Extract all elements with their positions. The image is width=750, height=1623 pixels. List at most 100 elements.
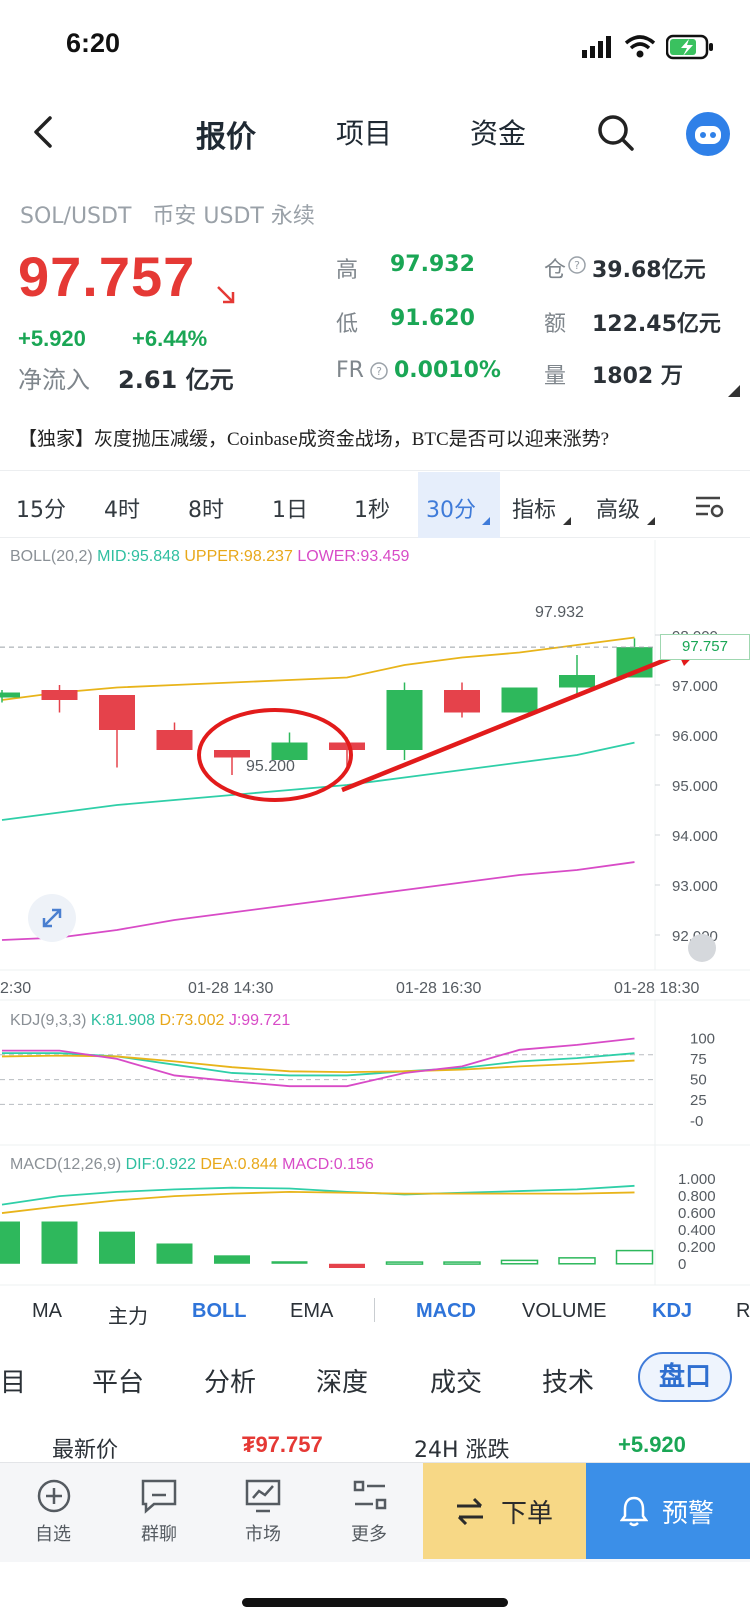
- home-indicator: [242, 1598, 508, 1607]
- ind-tab-volume[interactable]: VOLUME: [522, 1300, 606, 1323]
- current-price-tag: 97.757: [660, 634, 750, 661]
- section-tab-trades[interactable]: 成交: [430, 1362, 482, 1399]
- candle-body: [0, 692, 20, 698]
- ind-tab-macd[interactable]: MACD: [416, 1300, 476, 1323]
- boll-bands: [1, 636, 635, 941]
- ind-tab-kdj[interactable]: KDJ: [652, 1300, 692, 1323]
- macd-bar: [558, 1257, 596, 1265]
- section-tab-platform[interactable]: 平台: [92, 1362, 144, 1399]
- change-24h-label: 24H 涨跌: [414, 1438, 510, 1463]
- macd-y-tick-label: 0.600: [678, 1205, 716, 1222]
- alert-label: 预警: [662, 1499, 715, 1529]
- candle-body: [386, 690, 423, 750]
- macd-dif: DIF:0.922: [125, 1156, 196, 1173]
- macd-bar: [443, 1261, 481, 1265]
- chat-icon[interactable]: [140, 1478, 178, 1514]
- section-tab-depth[interactable]: 深度: [316, 1362, 368, 1399]
- candle-body: [444, 690, 480, 713]
- alert-button[interactable]: 预警: [586, 1463, 750, 1559]
- boll-lower-line: [1, 861, 635, 941]
- ind-tab-boll[interactable]: BOLL: [192, 1300, 246, 1323]
- ind-tab-main-force[interactable]: 主力: [108, 1300, 148, 1329]
- section-tab-analysis[interactable]: 分析: [204, 1362, 256, 1399]
- macd-bar: [214, 1255, 250, 1264]
- x-tick-label: 01-28 16:30: [396, 980, 482, 997]
- ind-tab-ma[interactable]: MA: [32, 1300, 62, 1323]
- y-tick-label: 95.000: [672, 778, 718, 795]
- candle-body: [41, 690, 78, 700]
- candle-body: [501, 687, 538, 713]
- macd-histogram: [0, 1221, 654, 1268]
- section-tab-tech[interactable]: 技术: [542, 1362, 594, 1399]
- macd-bar: [500, 1259, 539, 1265]
- ind-tab-r[interactable]: R: [736, 1300, 750, 1323]
- main-x-ticks: 2:30 01-28 14:30 01-28 16:30 01-28 18:30: [0, 980, 700, 997]
- order-button[interactable]: 下单: [423, 1463, 586, 1559]
- main-y-ticks: 98.00097.00096.00095.00094.00093.00092.0…: [672, 628, 718, 945]
- nav-favorites[interactable]: 自选: [18, 1520, 88, 1546]
- swap-icon: [457, 1497, 483, 1525]
- macd-bar: [615, 1249, 654, 1265]
- macd-legend-name: MACD(12,26,9): [10, 1156, 122, 1173]
- macd-dea: DEA:0.844: [200, 1156, 278, 1173]
- macd-y-tick-label: 0: [678, 1256, 686, 1273]
- y-tick-label: 97.000: [672, 678, 718, 695]
- add-favorite-icon[interactable]: [36, 1478, 72, 1514]
- kdj-y-ticks: 100 75 50 25 -0: [690, 1030, 715, 1130]
- kdj-k: K:81.908: [90, 1012, 155, 1029]
- section-tab-orderbook[interactable]: 盘口: [638, 1352, 732, 1402]
- kdj-y-tick-label: 50: [690, 1072, 707, 1089]
- kdj-lines: [0, 1037, 655, 1105]
- macd-bar: [41, 1221, 78, 1264]
- kdj-j-line: [2, 1037, 635, 1088]
- latest-price-label: 最新价: [52, 1438, 119, 1463]
- x-tick-label: 01-28 14:30: [188, 980, 274, 997]
- macd-y-ticks: 1.0000.8000.6000.4000.2000: [678, 1171, 716, 1273]
- candle-body: [99, 695, 135, 730]
- ind-tab-ema[interactable]: EMA: [290, 1300, 333, 1323]
- kdj-y-tick-label: 100: [690, 1030, 715, 1047]
- nav-more[interactable]: 更多: [334, 1520, 404, 1546]
- macd-dea-line: [1, 1191, 635, 1214]
- kdj-d-line: [1, 1054, 635, 1074]
- kdj-y-tick-label: 25: [690, 1092, 707, 1109]
- tab-divider: [374, 1298, 375, 1322]
- low-marker: 95.200: [246, 758, 295, 775]
- kdj-legend-name: KDJ(9,3,3): [10, 1012, 87, 1029]
- nav-market[interactable]: 市场: [228, 1520, 298, 1546]
- kdj-y-tick-label: 75: [690, 1051, 707, 1068]
- section-tab-project[interactable]: 项目: [0, 1362, 26, 1399]
- x-tick-label: 01-28 18:30: [614, 980, 700, 997]
- scroll-latest-button: [688, 934, 716, 962]
- macd-bar: [271, 1261, 308, 1264]
- section-tabs: 项目 平台 分析 深度 成交 技术 盘口: [0, 1350, 750, 1410]
- candle-body: [156, 730, 193, 750]
- macd-bar: [99, 1231, 135, 1264]
- x-tick-label: 2:30: [0, 980, 31, 997]
- kdj-j: J:99.721: [228, 1012, 291, 1029]
- macd-y-tick-label: 1.000: [678, 1171, 716, 1188]
- change-24h-value: +5.920: [618, 1432, 686, 1457]
- nav-group-chat[interactable]: 群聊: [124, 1520, 194, 1546]
- y-tick-label: 93.000: [672, 878, 718, 895]
- macd-y-tick-label: 0.200: [678, 1239, 716, 1256]
- candle-body: [214, 750, 250, 758]
- macd-value: MACD:0.156: [282, 1156, 374, 1173]
- y-tick-label: 94.000: [672, 828, 718, 845]
- candle-body: [559, 675, 595, 688]
- macd-legend: MACD(12,26,9) DIF:0.922 DEA:0.844 MACD:0…: [10, 1156, 374, 1174]
- macd-lines: [1, 1184, 635, 1214]
- latest-price-value: ₮97.757: [242, 1432, 323, 1457]
- kdj-d: D:73.002: [159, 1012, 225, 1029]
- high-marker: 97.932: [535, 604, 584, 621]
- boll-mid-line: [1, 741, 635, 821]
- order-label: 下单: [501, 1499, 554, 1529]
- macd-bar: [329, 1263, 365, 1268]
- kdj-y-tick-label: -0: [690, 1113, 703, 1130]
- more-icon[interactable]: [352, 1478, 388, 1514]
- macd-y-tick-label: 0.400: [678, 1222, 716, 1239]
- chart-canvas[interactable]: 98.00097.00096.00095.00094.00093.00092.0…: [0, 0, 750, 1290]
- macd-bar: [0, 1221, 20, 1264]
- market-icon[interactable]: [244, 1478, 282, 1514]
- macd-bar: [156, 1243, 193, 1264]
